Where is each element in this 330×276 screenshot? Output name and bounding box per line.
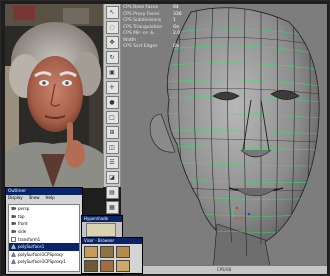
- perspective-viewport[interactable]: CPS Base Faces 84 CPS Proxy Faces 336 CP…: [121, 4, 327, 272]
- hud-label: CPS Sort Edges: [123, 44, 158, 49]
- manipulator-icon[interactable]: ✛: [105, 81, 119, 94]
- reference-photo: [5, 4, 103, 188]
- viewport-status-bar: CPS/SB: [121, 265, 327, 274]
- camera-icon: [11, 214, 16, 219]
- outliner-item[interactable]: polySurface1CPSproxy1: [9, 258, 79, 266]
- poly-stats-hud: CPS Base Faces 84 CPS Proxy Faces 336 CP…: [123, 5, 182, 51]
- scale-tool-icon[interactable]: ▣: [105, 66, 119, 79]
- thumbnail[interactable]: [116, 246, 130, 258]
- menu-help[interactable]: Help: [46, 195, 55, 201]
- camera-icon: [11, 221, 16, 226]
- outliner-item[interactable]: top: [9, 213, 79, 221]
- hypershade-title[interactable]: Hypershade: [82, 216, 122, 222]
- layout-outliner-icon[interactable]: ▤: [105, 186, 119, 199]
- browser-window: Visor - Browser: [81, 237, 143, 274]
- maya-toolbox: ↖ ◌ ✥ ↻ ▣ ✛ ● □ ⊞ ◫ ☰ ◪ ▤ ▦: [103, 4, 121, 214]
- outliner-item-label: side: [18, 229, 27, 235]
- layout-stack-icon[interactable]: ☰: [105, 156, 119, 169]
- lasso-tool-icon[interactable]: ◌: [105, 21, 119, 34]
- camera-icon: [11, 206, 16, 211]
- outliner-item-label: persp: [18, 206, 30, 212]
- outliner-item-selected[interactable]: polySurface1: [9, 242, 79, 251]
- outliner-title[interactable]: Outliner: [6, 188, 82, 195]
- thumbnail-grid: [82, 244, 142, 273]
- move-tool-icon[interactable]: ✥: [105, 36, 119, 49]
- thumbnail[interactable]: [116, 260, 130, 272]
- outliner-menubar: Display Show Help: [6, 195, 82, 201]
- hud-label: CPS Mir- or- & Width: [123, 31, 154, 43]
- mesh-icon: [11, 251, 16, 257]
- hud-value: 2.0: [173, 31, 181, 36]
- layout-persp-icon[interactable]: ◪: [105, 171, 119, 184]
- rotate-tool-icon[interactable]: ↻: [105, 51, 119, 64]
- hud-value: On: [173, 44, 180, 49]
- hud-row: CPS Sort Edges On: [123, 44, 182, 51]
- thumbnail[interactable]: [84, 246, 98, 258]
- menu-show[interactable]: Show: [29, 195, 40, 201]
- thumbnail[interactable]: [84, 260, 98, 272]
- layout-single-icon[interactable]: □: [105, 111, 119, 124]
- mesh-icon: [11, 259, 16, 265]
- layout-graph-icon[interactable]: ▦: [105, 201, 119, 214]
- outliner-item-label: front: [18, 221, 28, 227]
- outliner-item[interactable]: transform1: [9, 235, 79, 243]
- select-tool-icon[interactable]: ↖: [105, 6, 119, 19]
- outliner-window: Outliner Display Show Help persp top fro…: [5, 187, 83, 275]
- thumbnail[interactable]: [100, 260, 114, 272]
- outliner-item-label: top: [18, 213, 25, 219]
- hud-row: CPS Mir- or- & Width 2.0: [123, 31, 182, 44]
- texture-swatch[interactable]: [86, 223, 116, 237]
- outliner-item[interactable]: polySurface1CPSproxy: [9, 251, 79, 259]
- outliner-item-label: polySurface1: [18, 244, 45, 250]
- outliner-list[interactable]: persp top front side transform1 polySurf…: [8, 204, 80, 272]
- status-text: CPS/SB: [216, 267, 232, 272]
- mesh-icon: [11, 244, 16, 250]
- screenshot-frame: ↖ ◌ ✥ ↻ ▣ ✛ ● □ ⊞ ◫ ☰ ◪ ▤ ▦ CPS Base Fac…: [0, 0, 330, 276]
- layout-four-icon[interactable]: ⊞: [105, 126, 119, 139]
- last-tool-icon[interactable]: ●: [105, 96, 119, 109]
- outliner-item[interactable]: front: [9, 220, 79, 228]
- menu-display[interactable]: Display: [8, 195, 23, 201]
- outliner-item[interactable]: side: [9, 228, 79, 236]
- outliner-item-label: polySurface1CPSproxy1: [18, 259, 66, 265]
- layout-side-icon[interactable]: ◫: [105, 141, 119, 154]
- outliner-item-label: transform1: [18, 236, 41, 242]
- outliner-item[interactable]: persp: [9, 205, 79, 213]
- transform-icon: [11, 236, 16, 242]
- outliner-item-label: polySurface1CPSproxy: [18, 251, 64, 257]
- thumbnail[interactable]: [100, 246, 114, 258]
- camera-icon: [11, 229, 16, 234]
